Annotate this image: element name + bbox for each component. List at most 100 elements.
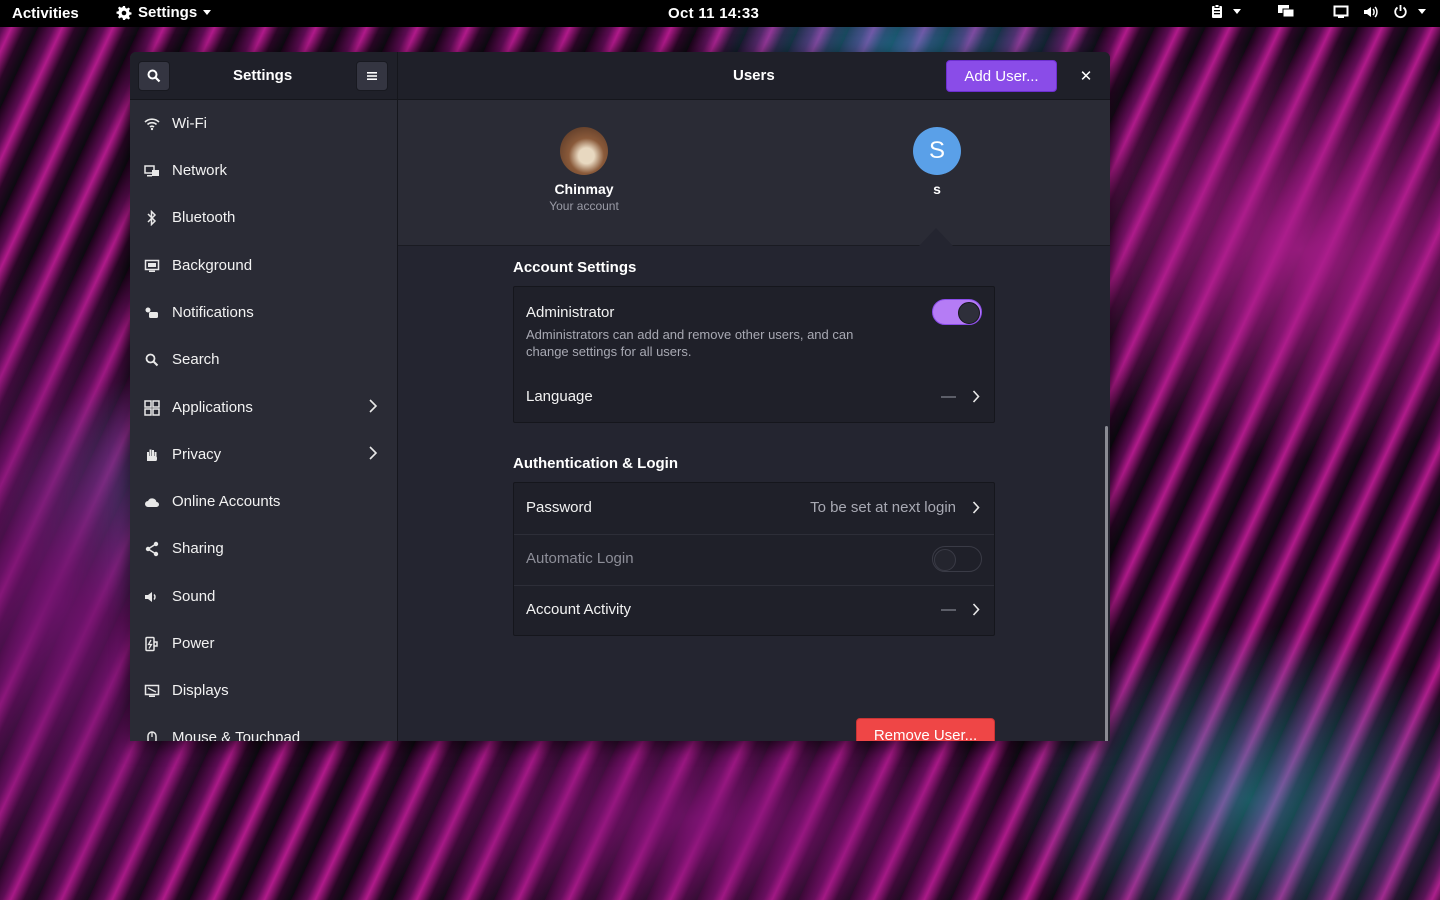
account-activity-value: — [941, 601, 956, 618]
sidebar-item-label: Search [172, 351, 220, 368]
section-title-authentication: Authentication & Login [513, 455, 678, 472]
chevron-right-icon [368, 398, 378, 417]
notifications-icon [144, 305, 160, 321]
avatar [560, 127, 608, 175]
clipboard-icon [1212, 4, 1222, 18]
app-menu[interactable]: Settings [116, 4, 212, 21]
section-title-account-settings: Account Settings [513, 259, 637, 276]
chevron-right-icon [368, 445, 378, 464]
user-subtitle: Your account [549, 199, 619, 213]
avatar: S [913, 127, 961, 175]
page-title: Users [733, 67, 775, 84]
sidebar-item-sound[interactable]: Sound [130, 573, 397, 620]
power-icon [1394, 5, 1407, 18]
toggle-knob [958, 302, 980, 324]
sidebar-item-background[interactable]: Background [130, 242, 397, 289]
search-icon [147, 69, 161, 83]
screens-icon[interactable] [1277, 4, 1295, 19]
sidebar-item-label: Sharing [172, 540, 224, 557]
applications-icon [144, 399, 160, 416]
sidebar-item-applications[interactable]: Applications [130, 384, 397, 431]
users-panel: Chinmay Your account S s Account Setting… [398, 100, 1110, 741]
app-menu-label: Settings [138, 4, 198, 21]
language-row[interactable]: Language — [514, 375, 994, 422]
search-icon [144, 352, 160, 368]
chevron-down-icon [1418, 9, 1426, 14]
clock[interactable]: Oct 11 14:33 [668, 5, 759, 22]
sidebar-item-label: Privacy [172, 446, 222, 463]
account-settings-card: Administrator Administrators can add and… [513, 286, 995, 423]
password-label: Password [526, 499, 592, 516]
administrator-label: Administrator [526, 304, 615, 321]
hamburger-icon [367, 72, 377, 80]
authentication-card: Password To be set at next login Automat… [513, 482, 995, 636]
display-icon [144, 683, 160, 699]
sidebar-item-label: Bluetooth [172, 209, 236, 226]
sidebar-title: Settings [233, 67, 293, 84]
speaker-icon [144, 589, 160, 605]
clipboard-indicator[interactable] [1211, 4, 1241, 19]
system-tray [1211, 4, 1426, 19]
toggle-knob [934, 549, 956, 571]
menu-button[interactable] [356, 61, 388, 91]
gear-icon [116, 5, 132, 20]
power-menu[interactable] [1393, 4, 1426, 19]
chevron-down-icon [203, 10, 212, 15]
sidebar-item-sharing[interactable]: Sharing [130, 525, 397, 572]
sidebar-item-label: Wi-Fi [172, 115, 207, 132]
language-value: — [941, 388, 956, 405]
automatic-login-row: Automatic Login [514, 534, 994, 585]
activities-button[interactable]: Activities [12, 5, 79, 22]
password-row[interactable]: Password To be set at next login [514, 483, 994, 534]
top-bar: Activities Settings Oct 11 14:33 [0, 0, 1440, 27]
account-activity-row[interactable]: Account Activity — [514, 585, 994, 636]
sidebar-item-mouse-touchpad[interactable]: Mouse & Touchpad [130, 714, 397, 741]
administrator-description-line: Administrators can add and remove other … [526, 327, 854, 342]
user-s[interactable]: S s [887, 127, 987, 197]
administrator-toggle[interactable] [932, 299, 982, 325]
sidebar-item-label: Mouse & Touchpad [172, 729, 301, 741]
user-name: Chinmay [554, 181, 614, 197]
sharing-icon [144, 541, 160, 557]
display-status-icon [1333, 5, 1349, 18]
cloud-icon [144, 494, 160, 510]
search-button[interactable] [138, 61, 170, 91]
settings-window: Settings Users Add User... ✕ Wi-Fi Netwo… [130, 52, 1110, 741]
sidebar-header: Settings [130, 52, 398, 100]
language-label: Language [526, 388, 593, 405]
wifi-icon [144, 116, 160, 132]
sidebar-item-displays[interactable]: Displays [130, 667, 397, 714]
sidebar-item-online-accounts[interactable]: Online Accounts [130, 478, 397, 525]
privacy-hand-icon [144, 447, 160, 463]
sidebar-item-privacy[interactable]: Privacy [130, 431, 397, 478]
sidebar-item-label: Online Accounts [172, 493, 281, 510]
volume-icon [1364, 5, 1378, 18]
add-user-button[interactable]: Add User... [946, 60, 1057, 92]
sidebar-item-search[interactable]: Search [130, 336, 397, 383]
background-icon [144, 258, 160, 274]
sidebar-item-bluetooth[interactable]: Bluetooth [130, 194, 397, 241]
sidebar-item-label: Applications [172, 399, 253, 416]
bluetooth-icon [144, 209, 160, 226]
selection-pointer [919, 228, 953, 246]
main-header: Users Add User... ✕ [398, 52, 1110, 100]
user-name: s [933, 181, 941, 197]
remove-user-button[interactable]: Remove User... [856, 718, 995, 741]
user-chinmay[interactable]: Chinmay Your account [534, 127, 634, 213]
chevron-right-icon [972, 501, 980, 519]
sidebar-item-label: Network [172, 162, 228, 179]
network-icon [144, 163, 160, 179]
close-button[interactable]: ✕ [1072, 62, 1100, 90]
sidebar-item-power[interactable]: Power [130, 620, 397, 667]
sidebar-item-label: Sound [172, 588, 216, 605]
sidebar-item-label: Power [172, 635, 215, 652]
automatic-login-toggle[interactable] [932, 546, 982, 572]
sidebar-item-label: Displays [172, 682, 229, 699]
mouse-icon [144, 730, 160, 741]
sidebar-item-notifications[interactable]: Notifications [130, 289, 397, 336]
sidebar-item-network[interactable]: Network [130, 147, 397, 194]
sidebar-item-wifi[interactable]: Wi-Fi [130, 100, 397, 147]
chevron-right-icon [972, 390, 980, 408]
chevron-right-icon [972, 603, 980, 621]
scrollbar[interactable] [1105, 426, 1108, 741]
